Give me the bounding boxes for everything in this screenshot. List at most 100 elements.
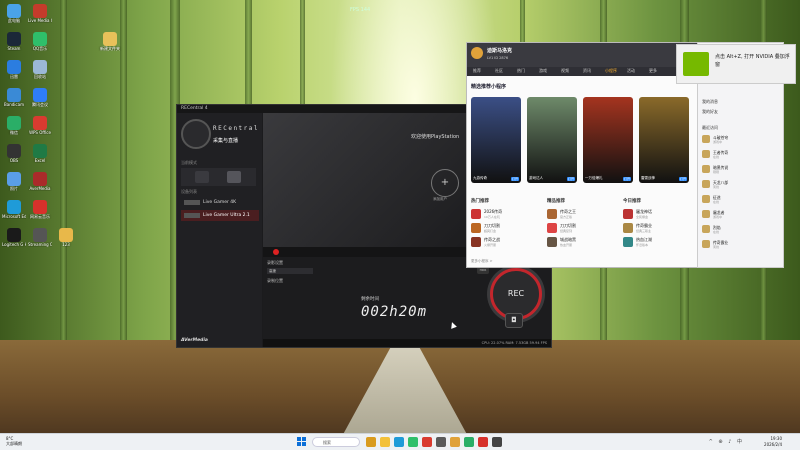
mini-program-card[interactable]: 九游传奇 打开 [471, 97, 521, 183]
game-item[interactable]: 刀刀切割 超爽打金 [471, 223, 531, 235]
friend-item[interactable]: 烈焰 在线 [702, 225, 778, 235]
mini-program-card[interactable]: 雷霆战神 打开 [639, 97, 689, 183]
friend-item[interactable]: 传奇霸业 离线 [702, 240, 778, 250]
mode-single-button[interactable] [227, 171, 241, 183]
friend-item[interactable]: 斗破苍穹 游戏中 [702, 135, 778, 145]
more-link[interactable]: 更多小程序 > [471, 259, 493, 264]
side-item[interactable]: 我的消息 [702, 99, 718, 105]
taskbar-search[interactable]: 搜索 [312, 437, 360, 447]
taskbar-app-icon[interactable] [422, 437, 432, 447]
friend-item[interactable]: 征途 在线 [702, 195, 778, 205]
game-item[interactable]: 2026传奇 10万人在玩 [471, 209, 531, 221]
game-icon [623, 209, 633, 219]
nav-tab[interactable]: 更多 [649, 68, 657, 74]
device-row[interactable]: Live Gamer 4K [181, 197, 259, 208]
nav-tab[interactable]: 活动 [627, 68, 635, 74]
open-button[interactable]: 打开 [678, 177, 687, 181]
nav-tab[interactable]: 视频 [561, 68, 569, 74]
desktop-icon[interactable]: 回收站 [28, 60, 52, 79]
desktop-icon[interactable]: Streaming Center [28, 228, 52, 247]
app-icon [33, 228, 47, 242]
desktop-icon[interactable]: 照片 [2, 172, 26, 191]
nav-tab[interactable]: 小程序 [605, 68, 617, 74]
system-tray[interactable]: ^ ⊕ ♪ 中 [709, 438, 744, 445]
friend-avatar [702, 210, 710, 218]
open-button[interactable]: 打开 [566, 177, 575, 181]
start-button[interactable] [297, 437, 307, 447]
game-item[interactable]: 传奇之王 官方正版 [547, 209, 607, 221]
taskbar-app-icon[interactable] [394, 437, 404, 447]
taskbar-app-icon[interactable] [436, 437, 446, 447]
column-title: 精品推荐 [547, 199, 565, 204]
desktop-icon[interactable]: Bandicam [2, 88, 26, 107]
game-item[interactable]: 传奇霸业 经典三职业 [623, 223, 683, 235]
desktop-icon-label: Live Media Central [28, 18, 52, 23]
open-button[interactable]: 打开 [622, 177, 631, 181]
game-item[interactable]: 刀刀切割 经典复刻 [547, 223, 607, 235]
taskbar-app-icon[interactable] [366, 437, 376, 447]
friend-item[interactable]: 暗黑传说 刚刚 [702, 165, 778, 175]
friend-item[interactable]: 天龙八部 离线 [702, 180, 778, 190]
device-row-selected[interactable]: Live Gamer Ultra 2.1 [181, 210, 259, 221]
nav-tab[interactable]: 社区 [495, 68, 503, 74]
desktop-icon[interactable]: 网易云音乐 [28, 200, 52, 219]
desktop-icon[interactable]: Live Media Central [28, 4, 52, 23]
user-avatar[interactable] [471, 47, 483, 59]
nav-tab[interactable]: 推荐 [473, 68, 481, 74]
desktop-icon[interactable]: AverMedia [28, 172, 52, 191]
desktop-icon[interactable]: 微信 [2, 116, 26, 135]
nav-tab[interactable]: 资讯 [583, 68, 591, 74]
snapshot-button[interactable]: ◘ [505, 313, 523, 328]
card-caption: 九游传奇 [473, 176, 487, 180]
taskbar-app-icon[interactable] [380, 437, 390, 447]
nvidia-message: 点击 Alt+Z, 打开 NVIDIA 叠加浮窗 [715, 54, 790, 68]
desktop-icon[interactable]: Steam [2, 32, 26, 51]
desktop-icon[interactable]: 腾讯会议 [28, 88, 52, 107]
side-item[interactable]: 我的好友 [702, 109, 718, 115]
clock[interactable]: 19:30 2026/2/4 [764, 436, 782, 447]
desktop-icon[interactable]: 此电脑 [2, 4, 26, 23]
game-icon [547, 209, 557, 219]
game-desc: 经典复刻 [560, 229, 573, 233]
side-item[interactable]: 最近访问 [702, 125, 718, 131]
game-item[interactable]: 屠龙神话 全民爆金 [623, 209, 683, 221]
desktop-icon[interactable]: QQ音乐 [28, 32, 52, 51]
desktop-icon[interactable]: WPS Office [28, 116, 52, 135]
desktop-icon[interactable]: OBS [2, 144, 26, 163]
nvidia-toast[interactable]: 点击 Alt+Z, 打开 NVIDIA 叠加浮窗 [676, 44, 796, 84]
friend-item[interactable]: 王者传奇 在线 [702, 150, 778, 160]
card-caption: 雷霆战神 [641, 176, 655, 180]
taskbar-app-icon[interactable] [478, 437, 488, 447]
friend-status: 刚刚 [713, 170, 720, 174]
mini-program-card[interactable]: 一万倍爆礼 打开 [583, 97, 633, 183]
desktop-icon[interactable]: 迅雷 [2, 60, 26, 79]
friend-item[interactable]: 屠龙者 游戏中 [702, 210, 778, 220]
taskbar-app-icon[interactable] [408, 437, 418, 447]
desktop-icon[interactable]: Logitech G HUB [2, 228, 26, 247]
weather-widget[interactable]: 8°C 大部晴朗 [6, 436, 22, 446]
friend-status: 游戏中 [713, 215, 723, 219]
open-button[interactable]: 打开 [510, 177, 519, 181]
nav-tab[interactable]: 热门 [517, 68, 525, 74]
desktop-icon[interactable]: 123 [54, 228, 78, 247]
nav-tab[interactable]: 游戏 [539, 68, 547, 74]
mini-program-card[interactable]: 游戏达人 打开 [527, 97, 577, 183]
desktop-icon[interactable]: Microsoft Edge [2, 200, 26, 219]
desktop-icon[interactable]: Excel [28, 144, 52, 163]
game-item[interactable]: 传奇之战 火爆开服 [471, 237, 531, 249]
desktop-icon[interactable]: 新建文件夹 [98, 32, 122, 51]
column-title: 今日推荐 [623, 199, 641, 204]
friend-avatar [702, 180, 710, 188]
game-item[interactable]: 城战暗黑 热血开服 [547, 237, 607, 249]
quality-select[interactable]: 高速 [267, 268, 313, 274]
mode-selector[interactable] [181, 168, 256, 186]
record-tab-icon[interactable] [273, 249, 279, 255]
mode-video-button[interactable] [195, 171, 209, 183]
settings-sub-label: 录制位置 [267, 278, 283, 283]
game-app-window[interactable]: 迪斯马洛克 LV1 ID 2876 推荐 社区 热门 游戏 视频 资讯 小程序 活动 更多 精选… [466, 42, 698, 268]
taskbar-app-icon[interactable] [492, 437, 502, 447]
taskbar-app-icon[interactable] [450, 437, 460, 447]
taskbar-app-icon[interactable] [464, 437, 474, 447]
game-item[interactable]: 热血江湖 怀旧版本 [623, 237, 683, 249]
desktop-icon-label: 腾讯会议 [32, 102, 48, 107]
